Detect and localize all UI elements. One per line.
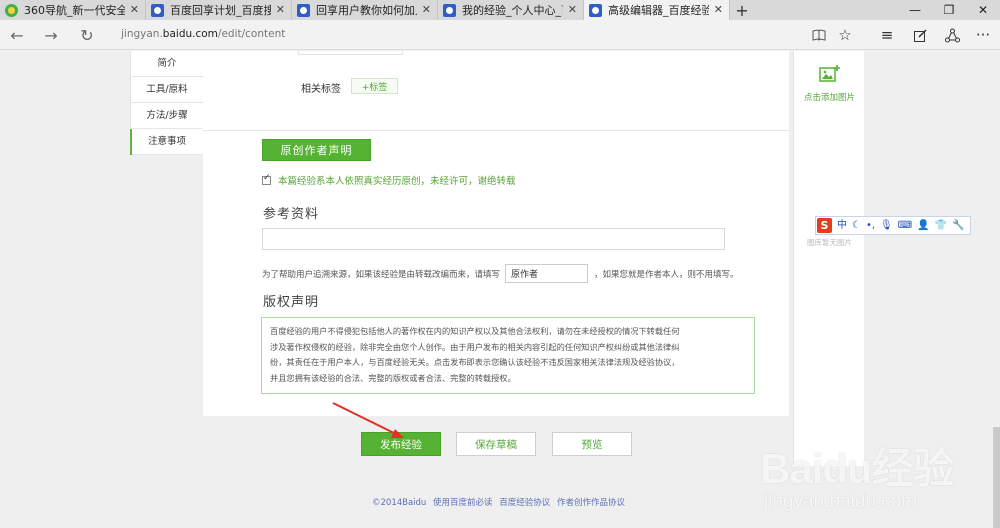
section-nav-item-steps[interactable]: 方法/步骤 <box>131 103 203 129</box>
url-host: jingyan. <box>121 28 163 40</box>
original-statement-row: 本篇经验系本人依照真实经历原创，未经许可，谢绝转载 <box>262 173 516 187</box>
publish-button[interactable]: 发布经验 <box>361 432 441 456</box>
address-bar: ← → ↻ jingyan.baidu.com/edit/content ☆ ≡… <box>0 20 1000 50</box>
page-footer: ©2014Baidu 使用百度前必读 百度经验协议 作者创作作品协议 <box>372 496 629 508</box>
browser-tab[interactable]: 我的经验_个人中心_百度经验 ✕ <box>438 0 584 20</box>
footer-link[interactable]: 作者创作作品协议 <box>557 498 625 508</box>
tab-title: 百度回享计划_百度搜索 <box>170 4 271 17</box>
previous-field-edge <box>298 51 403 55</box>
tab-title: 高级编辑器_百度经验 <box>608 4 709 17</box>
preview-button[interactable]: 预览 <box>552 432 632 456</box>
ime-toolbar[interactable]: S 中 ☾ •, 🎙 ⌨ 👤 👕 🔧 <box>815 216 971 235</box>
punctuation-icon[interactable]: •, <box>866 220 875 231</box>
browser-tab-strip: 360导航_新一代安全上网导 ✕ 百度回享计划_百度搜索 ✕ 回享用户教你如何加… <box>0 0 1000 20</box>
microphone-icon[interactable]: 🎙 <box>880 220 893 231</box>
section-nav-item-intro[interactable]: 简介 <box>131 51 203 77</box>
browser-tab[interactable]: 百度回享计划_百度搜索 ✕ <box>146 0 292 20</box>
section-nav-item-notes[interactable]: 注意事项 <box>130 129 203 155</box>
add-image-button[interactable]: 点击添加图片 <box>794 91 865 103</box>
add-tag-button[interactable]: +标签 <box>351 78 398 94</box>
back-icon[interactable]: ← <box>6 24 28 46</box>
close-icon[interactable]: ✕ <box>422 3 431 16</box>
baidu-paw-icon <box>589 4 602 17</box>
original-author-input[interactable]: 原作者 <box>505 264 589 283</box>
favorite-star-icon[interactable]: ☆ <box>835 25 855 45</box>
browser-tab[interactable]: 回享用户教你如何加入百度 ✕ <box>292 0 438 20</box>
url-path: /edit/content <box>217 28 286 40</box>
url-field[interactable]: jingyan.baidu.com/edit/content <box>121 28 285 40</box>
refresh-icon[interactable]: ↻ <box>76 24 98 46</box>
baidu-paw-icon <box>151 4 164 17</box>
close-window-icon[interactable]: ✕ <box>966 0 1000 20</box>
original-author-declaration-button[interactable]: 原创作者声明 <box>262 139 371 161</box>
copyright-line: 百度经验的用户不得侵犯包括他人的著作权在内的知识产权以及其他合法权利，请勿在未经… <box>270 326 680 336</box>
image-panel: 点击添加图片 图库暂无图片 <box>793 51 864 466</box>
sogou-logo-icon: S <box>817 218 832 233</box>
more-icon[interactable]: ··· <box>973 25 993 45</box>
keyboard-icon[interactable]: ⌨ <box>898 220 912 231</box>
footer-link[interactable]: 百度经验协议 <box>499 498 550 508</box>
new-tab-button[interactable]: + <box>730 0 754 20</box>
copyright-line: 并且您拥有该经验的合法、完整的版权或者合法、完整的转载授权。 <box>270 372 516 383</box>
tab-title: 回享用户教你如何加入百度 <box>316 4 417 17</box>
original-statement-checkbox[interactable] <box>262 173 271 185</box>
tab-title: 我的经验_个人中心_百度经验 <box>462 4 563 17</box>
source-hint-suffix: ，如果您就是作者本人，则不用填写。 <box>594 269 739 280</box>
restore-icon[interactable]: ❐ <box>932 0 966 20</box>
reading-view-icon[interactable] <box>809 25 829 45</box>
copyright-line: 纷，其责任在于用户本人，与百度经验无关。点击发布即表示您确认该经验不违反国家相关… <box>270 357 680 367</box>
minimize-icon[interactable]: — <box>898 0 932 20</box>
add-image-icon[interactable] <box>819 64 841 84</box>
references-input[interactable] <box>262 228 725 250</box>
wrench-icon[interactable]: 🔧 <box>952 220 964 231</box>
save-draft-button[interactable]: 保存草稿 <box>456 432 536 456</box>
watermark-domain: jingyan.baidu.com <box>764 491 918 512</box>
moon-icon[interactable]: ☾ <box>852 220 861 231</box>
copyright-notice: 百度经验的用户不得侵犯包括他人的著作权在内的知识产权以及其他合法权利，请勿在未经… <box>261 317 755 394</box>
copyright-line: 涉及著作权侵权的经验，除非完全由您个人创作。由于用户发布的相关内容引起的任何知识… <box>270 341 680 352</box>
tab-title: 360导航_新一代安全上网导 <box>24 4 125 17</box>
source-hint-prefix: 为了帮助用户追溯来源，如果该经验是由转载改编而来，请填写 <box>262 269 501 280</box>
close-icon[interactable]: ✕ <box>568 3 577 16</box>
original-statement-text: 本篇经验系本人依照真实经历原创，未经许可，谢绝转载 <box>278 176 516 187</box>
copyright-title: 版权声明 <box>263 295 320 310</box>
skin-icon[interactable]: 👕 <box>935 220 947 231</box>
footer-copyright: ©2014Baidu <box>372 498 427 508</box>
section-nav: 简介 工具/原料 方法/步骤 注意事项 <box>130 51 203 155</box>
qihoo-icon <box>5 4 18 17</box>
editor-panel: 相关标签 +标签 原创作者声明 本篇经验系本人依照真实经历原创，未经许可，谢绝转… <box>203 51 789 416</box>
watermark-brand: Baidu经验 <box>760 445 955 492</box>
url-domain: baidu.com <box>162 28 218 40</box>
forward-icon[interactable]: → <box>40 24 62 46</box>
web-note-icon[interactable] <box>910 25 930 45</box>
baidu-watermark: Baidu经验 jingyan.baidu.com <box>760 435 995 523</box>
tag-label: 相关标签 <box>301 84 341 95</box>
baidu-paw-icon <box>297 4 310 17</box>
page-content: 简介 工具/原料 方法/步骤 注意事项 相关标签 +标签 原创作者声明 本篇经验… <box>0 51 1000 528</box>
footer-link[interactable]: 使用百度前必读 <box>433 498 493 508</box>
section-nav-item-tools[interactable]: 工具/原料 <box>131 77 203 103</box>
references-title: 参考资料 <box>263 207 320 222</box>
ime-mode[interactable]: 中 <box>837 220 847 231</box>
divider <box>203 130 789 131</box>
baidu-paw-icon <box>443 4 456 17</box>
close-icon[interactable]: ✕ <box>276 3 285 16</box>
empty-gallery-label: 图库暂无图片 <box>807 238 852 247</box>
source-row: 为了帮助用户追溯来源，如果该经验是由转载改编而来，请填写 原作者 ，如果您就是作… <box>262 264 739 283</box>
close-icon[interactable]: ✕ <box>714 3 723 16</box>
share-icon[interactable] <box>942 25 962 45</box>
user-icon[interactable]: 👤 <box>917 220 929 231</box>
browser-tab-active[interactable]: 高级编辑器_百度经验 ✕ <box>584 0 730 20</box>
hub-icon[interactable]: ≡ <box>877 25 897 45</box>
browser-tab[interactable]: 360导航_新一代安全上网导 ✕ <box>0 0 146 20</box>
close-icon[interactable]: ✕ <box>130 3 139 16</box>
